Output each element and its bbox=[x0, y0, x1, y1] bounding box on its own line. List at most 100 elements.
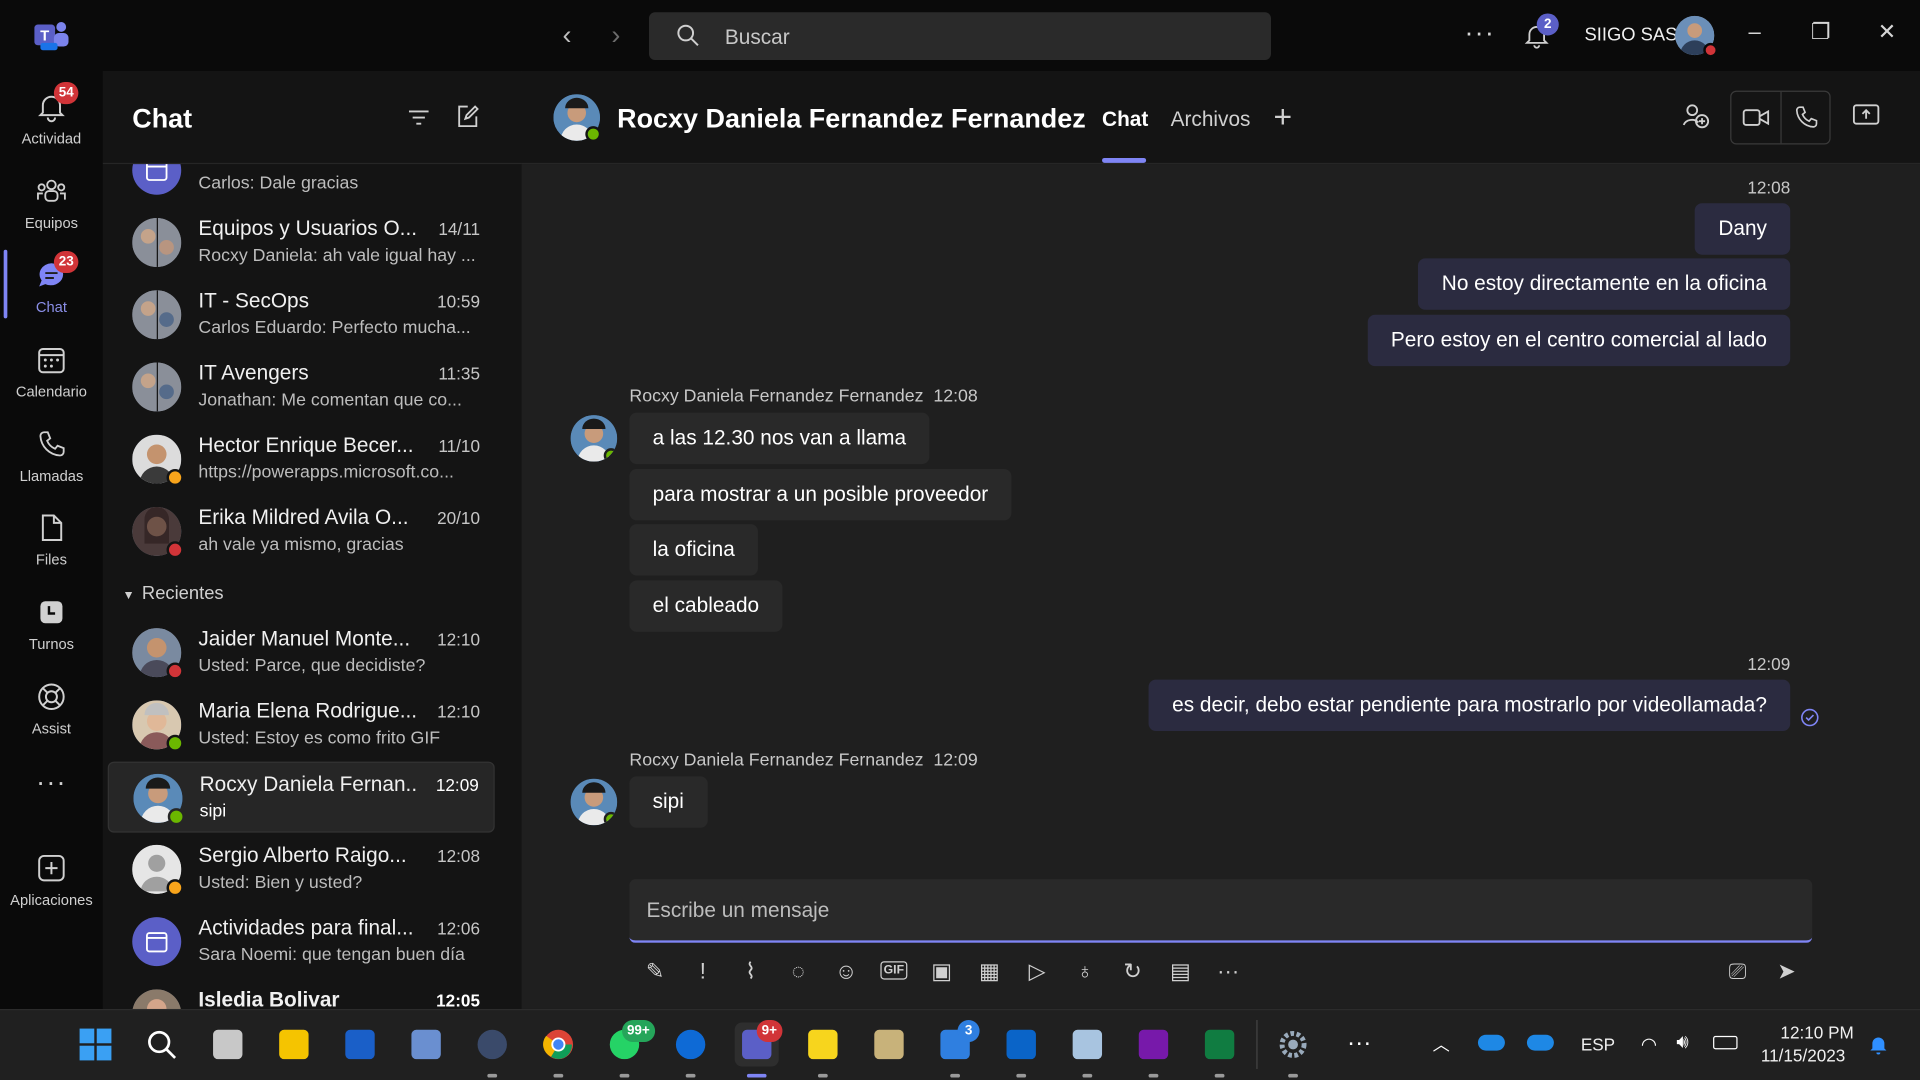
audio-call-icon[interactable] bbox=[1793, 104, 1820, 131]
taskbar-sticky-notes[interactable] bbox=[801, 1022, 845, 1078]
chat-list-item[interactable]: Equipos y Usuarios O... 14/11 Rocxy Dani… bbox=[108, 207, 495, 278]
minimize-icon[interactable]: – bbox=[1740, 20, 1769, 49]
rail-chat[interactable]: 23 Chat bbox=[0, 247, 103, 330]
taskbar-onenote[interactable] bbox=[1131, 1022, 1175, 1078]
volume-icon[interactable]: 🔊︎ bbox=[1676, 1032, 1688, 1054]
received-message[interactable]: a las 12.30 nos van a llama bbox=[629, 412, 930, 465]
input-language[interactable]: ESP bbox=[1581, 1035, 1615, 1055]
sent-message[interactable]: es decir, debo estar pendiente para most… bbox=[1148, 679, 1791, 732]
received-message[interactable]: para mostrar a un posible proveedor bbox=[629, 468, 1012, 521]
taskbar-overflow[interactable]: ··· bbox=[1337, 1022, 1381, 1066]
notifications-button[interactable]: 2 bbox=[1523, 13, 1559, 51]
praise-icon[interactable]: ♁ bbox=[1069, 955, 1101, 987]
rail-turnos[interactable]: Turnos bbox=[0, 584, 103, 667]
taskbar-outlook[interactable] bbox=[999, 1022, 1043, 1078]
send-icon[interactable]: ➤ bbox=[1771, 955, 1803, 987]
taskbar-excel[interactable] bbox=[1198, 1022, 1242, 1078]
taskbar-app-monitor[interactable] bbox=[1065, 1022, 1109, 1078]
add-tab-icon[interactable]: + bbox=[1273, 98, 1292, 136]
rail-calendario[interactable]: Calendario bbox=[0, 332, 103, 415]
compose-box[interactable] bbox=[629, 879, 1813, 943]
filter-icon[interactable] bbox=[407, 105, 431, 129]
taskbar-whatsapp[interactable]: 99+ bbox=[602, 1020, 655, 1078]
onedrive-business-icon[interactable] bbox=[1526, 1034, 1554, 1051]
rail-files[interactable]: Files bbox=[0, 500, 103, 583]
onedrive-icon[interactable] bbox=[1477, 1034, 1505, 1051]
chat-list-item[interactable]: Actividades para final... 12:06 Sara Noe… bbox=[108, 906, 495, 977]
updates-icon[interactable]: ↻ bbox=[1117, 955, 1149, 987]
chat-list-item[interactable]: Sergio Alberto Raigo... 12:08 Usted: Bie… bbox=[108, 834, 495, 905]
stream-icon[interactable]: ▷ bbox=[1021, 955, 1053, 987]
taskbar-todo[interactable]: 3 bbox=[933, 1020, 980, 1078]
add-people-icon[interactable] bbox=[1681, 100, 1710, 129]
restore-icon[interactable]: ❐ bbox=[1806, 20, 1835, 49]
start-button[interactable] bbox=[73, 1022, 117, 1066]
tab-chat[interactable]: Chat bbox=[1102, 108, 1148, 132]
emoji-icon[interactable]: ☺ bbox=[830, 955, 862, 987]
close-icon[interactable]: ✕ bbox=[1872, 20, 1901, 49]
chat-list-item[interactable]: Jaider Manuel Monte... 12:10 Usted: Parc… bbox=[108, 617, 495, 688]
gif-icon[interactable]: GIF bbox=[878, 955, 910, 987]
task-view-button[interactable] bbox=[206, 1022, 250, 1066]
schedule-meeting-icon[interactable]: ▦ bbox=[973, 955, 1005, 987]
sent-message[interactable]: Pero estoy en el centro comercial al lad… bbox=[1367, 314, 1791, 367]
more-actions-icon[interactable]: ··· bbox=[1212, 955, 1244, 987]
attach-icon[interactable]: ⌇ bbox=[735, 955, 767, 987]
sender-avatar[interactable] bbox=[570, 778, 618, 826]
taskbar-chrome[interactable] bbox=[536, 1022, 580, 1078]
wifi-icon[interactable]: ◠ bbox=[1641, 1033, 1657, 1056]
priority-icon[interactable]: ! bbox=[687, 955, 719, 987]
taskbar-settings[interactable] bbox=[1271, 1022, 1315, 1078]
sent-message[interactable]: No estoy directamente en la oficina bbox=[1418, 258, 1791, 310]
sender-avatar[interactable] bbox=[570, 415, 618, 462]
chat-list-item[interactable]: Carlos: Dale gracias bbox=[108, 164, 495, 206]
taskbar-app-network[interactable] bbox=[404, 1022, 448, 1066]
taskbar-teams[interactable]: 9+ bbox=[734, 1020, 782, 1078]
rail-more-apps[interactable]: ··· bbox=[0, 759, 103, 842]
clock-date[interactable]: 11/15/2023 bbox=[1761, 1046, 1846, 1066]
received-message[interactable]: sipi bbox=[629, 776, 708, 828]
notification-center-bell-icon[interactable] bbox=[1867, 1033, 1889, 1055]
rail-aplicaciones[interactable]: Aplicaciones bbox=[0, 840, 103, 923]
received-message[interactable]: la oficina bbox=[629, 524, 759, 576]
tab-archivos[interactable]: Archivos bbox=[1171, 108, 1251, 132]
sent-message[interactable]: Dany bbox=[1695, 203, 1791, 255]
new-chat-icon[interactable] bbox=[456, 104, 480, 128]
received-timestamp: 12:08 bbox=[933, 386, 978, 407]
more-options-icon[interactable]: ··· bbox=[1464, 17, 1495, 49]
taskbar-app-notes[interactable] bbox=[867, 1022, 911, 1066]
loop-icon[interactable]: ◌ bbox=[782, 955, 814, 987]
show-hidden-icons-chevron-icon[interactable]: ︿ bbox=[1433, 1032, 1450, 1056]
recent-section-header[interactable]: ▼ Recientes bbox=[122, 583, 223, 604]
chat-list-item-selected[interactable]: Rocxy Daniela Fernan... 12:09 sipi bbox=[107, 761, 495, 833]
group-avatar bbox=[132, 917, 182, 967]
rail-actividad[interactable]: 54 Actividad bbox=[0, 78, 103, 161]
back-arrow-icon[interactable]: ‹ bbox=[552, 21, 581, 51]
received-message[interactable]: el cableado bbox=[629, 580, 783, 632]
search-box[interactable]: Buscar bbox=[648, 12, 1272, 61]
sticker-icon[interactable]: ▣ bbox=[926, 955, 958, 987]
share-screen-icon[interactable] bbox=[1852, 103, 1880, 127]
chat-list-item[interactable]: Erika Mildred Avila O... 20/10 ah vale y… bbox=[108, 496, 495, 567]
video-clip-icon[interactable]: ⎚ bbox=[1722, 955, 1754, 987]
message-input[interactable] bbox=[646, 893, 1749, 929]
chat-list-item[interactable]: Maria Elena Rodrigue... 12:10 Usted: Est… bbox=[108, 689, 495, 760]
chat-list-item[interactable]: IT - SecOps 10:59 Carlos Eduardo: Perfec… bbox=[108, 279, 495, 350]
taskbar-search[interactable] bbox=[140, 1022, 184, 1066]
taskbar-app-vpn[interactable] bbox=[470, 1022, 514, 1078]
chat-list-item[interactable]: Hector Enrique Becer... 11/10 https://po… bbox=[108, 424, 495, 495]
video-call-icon[interactable] bbox=[1742, 105, 1770, 129]
forms-icon[interactable]: ▤ bbox=[1164, 955, 1196, 987]
taskbar-app-remote[interactable] bbox=[338, 1022, 382, 1066]
battery-icon[interactable] bbox=[1713, 1035, 1738, 1050]
rail-equipos[interactable]: Equipos bbox=[0, 163, 103, 246]
clock-time[interactable]: 12:10 PM bbox=[1780, 1022, 1853, 1042]
forward-arrow-icon[interactable]: › bbox=[601, 21, 630, 51]
rail-llamadas[interactable]: Llamadas bbox=[0, 416, 103, 499]
chat-list-item[interactable]: IT Avengers 11:35 Jonathan: Me comentan … bbox=[108, 351, 495, 422]
taskbar-file-explorer[interactable] bbox=[272, 1022, 316, 1066]
rail-assist[interactable]: Assist bbox=[0, 669, 103, 752]
format-icon[interactable]: ✎ bbox=[639, 955, 671, 987]
taskbar-teamviewer[interactable] bbox=[669, 1022, 713, 1078]
chat-list-item[interactable]: Isledia Bolivar 12:05 bbox=[108, 978, 495, 1009]
